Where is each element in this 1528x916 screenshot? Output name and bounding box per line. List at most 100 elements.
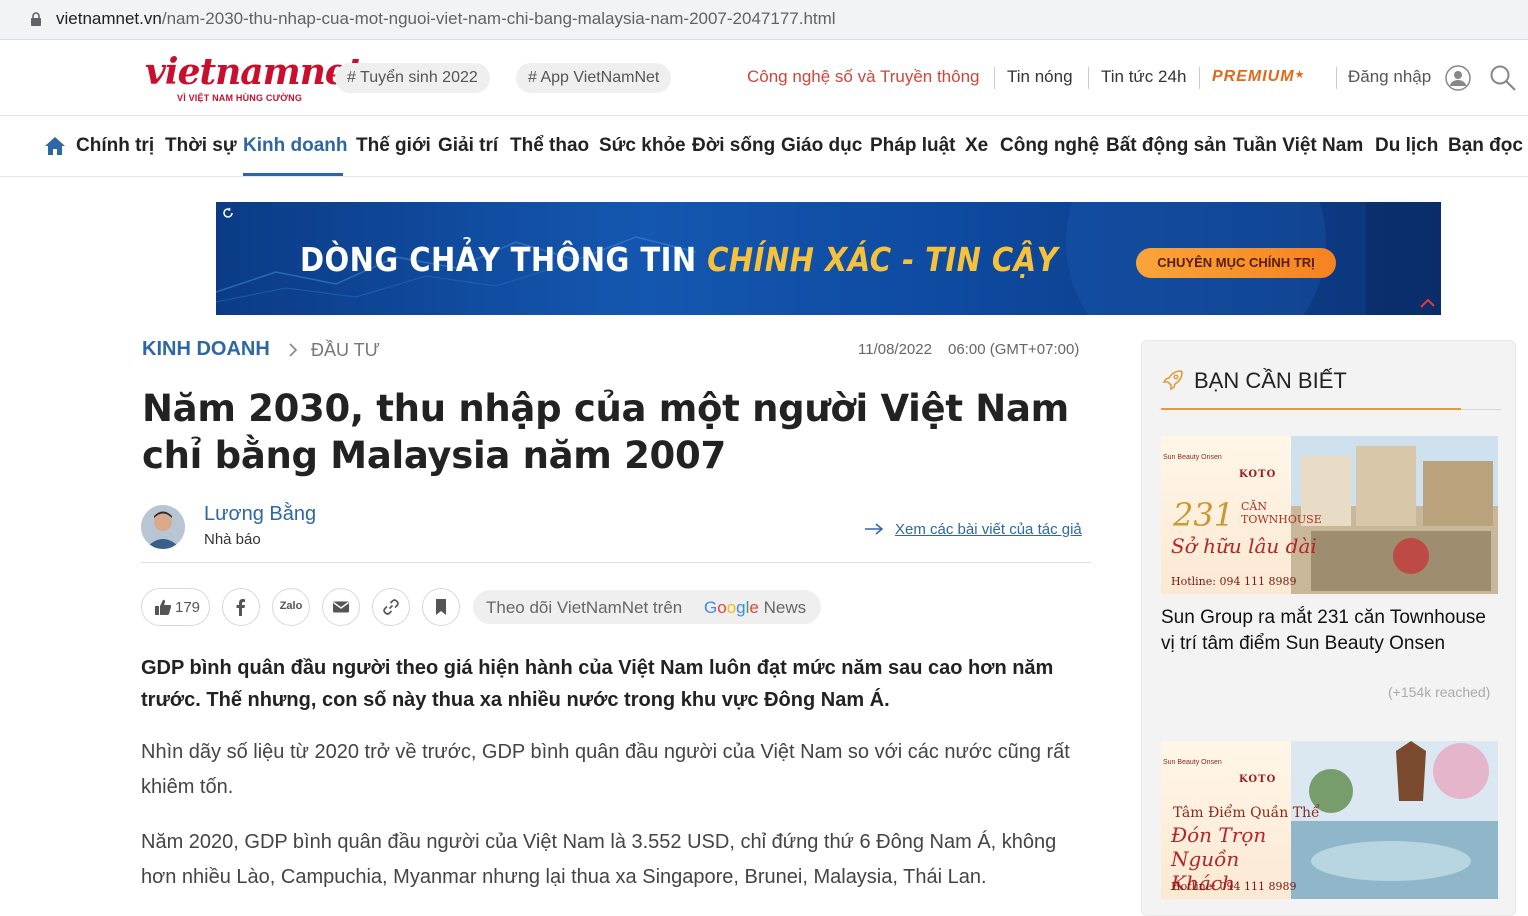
logo-wordmark: vietnamnet — [145, 51, 363, 93]
nav-item-the-thao[interactable]: Thể thao — [510, 135, 589, 157]
url-host: vietnamnet.vn — [56, 9, 162, 28]
premium-star-icon: ★ — [1294, 69, 1306, 81]
google-wordmark: Google — [704, 598, 759, 617]
article-paragraph: Nhìn dãy số liệu từ 2020 trở về trước, G… — [141, 741, 1070, 798]
header-separator — [1336, 67, 1337, 89]
logo-tagline: VÌ VIỆT NAM HÙNG CƯỜNG — [177, 93, 303, 103]
sidebar-title: BẠN CẦN BIẾT — [1194, 368, 1347, 393]
nav-item-giai-tri[interactable]: Giải trí — [438, 135, 498, 157]
top-banner-ad[interactable]: DÒNG CHẢY THÔNG TIN CHÍNH XÁC - TIN CẬY … — [216, 202, 1441, 315]
nav-item-the-gioi[interactable]: Thế giới — [356, 135, 431, 157]
premium-link[interactable]: PREMIUM★ — [1212, 68, 1305, 86]
category-nav: Chính trị Thời sự Kinh doanh Thế giới Gi… — [0, 117, 1528, 177]
home-icon[interactable] — [44, 135, 66, 157]
ad-hotline: Hotline: 094 111 8989 — [1171, 880, 1297, 893]
ad-text-panel: Sun Beauty Onsen KOTO Tâm Điểm Quần Thể … — [1161, 741, 1320, 899]
mail-icon — [333, 601, 349, 613]
nav-item-suc-khoe[interactable]: Sức khỏe — [599, 135, 686, 157]
nav-item-chinh-tri[interactable]: Chính trị — [76, 135, 154, 157]
nav-item-kinh-doanh[interactable]: Kinh doanh — [243, 135, 347, 157]
sidebar-ad-title[interactable]: Sun Group ra mắt 231 căn Townhouse vị tr… — [1161, 605, 1501, 657]
facebook-icon — [236, 599, 245, 616]
email-share-button[interactable] — [322, 588, 360, 626]
nav-item-xe[interactable]: Xe — [965, 135, 988, 157]
publish-date: 11/08/2022 — [858, 341, 932, 358]
copy-link-button[interactable] — [372, 588, 410, 626]
ad-script: Sở hữu lâu dài — [1171, 534, 1317, 558]
ad-refresh-icon[interactable] — [222, 207, 234, 219]
login-link[interactable]: Đăng nhập — [1348, 67, 1431, 87]
banner-cta-button[interactable]: CHUYÊN MỤC CHÍNH TRỊ — [1136, 248, 1336, 278]
google-news-follow-button[interactable]: Theo dõi VietNamNet trên Google News — [473, 590, 821, 624]
ad-hotline: Hotline: 094 111 8989 — [1171, 575, 1297, 588]
ad-brand: Sun Beauty Onsen — [1163, 759, 1222, 766]
link-icon — [383, 599, 399, 615]
header-link-hot[interactable]: Tin nóng — [1007, 67, 1073, 87]
ad-text-panel: Sun Beauty Onsen KOTO 231 CĂN TOWNHOUSE … — [1161, 436, 1322, 594]
author-name[interactable]: Lương Bằng — [204, 503, 316, 526]
header-link-24h[interactable]: Tin tức 24h — [1101, 67, 1186, 87]
site-header: vietnamnet VÌ VIỆT NAM HÙNG CƯỜNG # Tuyể… — [0, 41, 1528, 116]
tag-app-vietnamnet[interactable]: # App VietNamNet — [516, 63, 672, 93]
publish-time: 06:00 (GMT+07:00) — [948, 341, 1080, 358]
zalo-icon: Zalo — [279, 600, 303, 612]
title-accent-line — [1161, 408, 1461, 410]
lock-icon — [31, 12, 41, 26]
banner-slogan-main: DÒNG CHẢY THÔNG TIN — [300, 240, 708, 279]
bookmark-icon — [436, 599, 446, 615]
sidebar-ad-reach: (+154k reached) — [1388, 684, 1491, 700]
author-avatar[interactable] — [141, 505, 185, 549]
tag-tuyen-sinh[interactable]: # Tuyển sinh 2022 — [335, 63, 490, 93]
header-separator — [1199, 67, 1200, 89]
ad-partner: KOTO — [1239, 469, 1277, 480]
header-separator — [994, 67, 995, 89]
nav-item-du-lich[interactable]: Du lịch — [1375, 135, 1438, 157]
banner-slogan-highlight: CHÍNH XÁC - TIN CẬY — [707, 240, 1059, 279]
nav-item-thoi-su[interactable]: Thời sự — [165, 135, 237, 157]
nav-item-ban-doc[interactable]: Bạn đọc — [1448, 135, 1523, 157]
divider — [141, 562, 1091, 563]
ad-line1: Tâm Điểm Quần Thể — [1173, 805, 1320, 821]
ad-partner: KOTO — [1239, 774, 1277, 785]
url-path: /nam-2030-thu-nhap-cua-mot-nguoi-viet-na… — [161, 9, 836, 28]
google-news-logo: Google News — [704, 598, 806, 618]
sidebar-ad-image[interactable]: Sun Beauty Onsen KOTO 231 CĂN TOWNHOUSE … — [1161, 436, 1498, 594]
ad-headline-small: CĂN TOWNHOUSE — [1241, 500, 1322, 526]
premium-label: PREMIUM — [1212, 68, 1295, 85]
bookmark-button[interactable] — [422, 588, 460, 626]
nav-item-bat-dong-san[interactable]: Bất động sản — [1106, 135, 1226, 157]
zalo-share-button[interactable]: Zalo — [272, 588, 310, 626]
browser-address-bar[interactable]: vietnamnet.vn/nam-2030-thu-nhap-cua-mot-… — [0, 0, 1528, 40]
google-news-prefix: Theo dõi VietNamNet trên — [486, 598, 683, 617]
sidebar-ban-can-biet: BẠN CẦN BIẾT Sun Beauty Onsen KOTO 231 C… — [1141, 340, 1516, 916]
nav-active-indicator — [243, 173, 343, 176]
breadcrumb-subcategory[interactable]: ĐẦU TƯ — [311, 340, 380, 361]
google-news-suffix: News — [763, 598, 807, 617]
sidebar-ad-image[interactable]: Sun Beauty Onsen KOTO Tâm Điểm Quần Thể … — [1161, 741, 1498, 899]
arrow-right-icon — [865, 523, 884, 535]
address-url[interactable]: vietnamnet.vn/nam-2030-thu-nhap-cua-mot-… — [56, 9, 836, 29]
author-role: Nhà báo — [204, 531, 261, 548]
chevron-right-icon — [289, 343, 298, 357]
like-button[interactable]: 179 — [141, 588, 210, 626]
nav-item-tuan-viet-nam[interactable]: Tuần Việt Nam — [1233, 135, 1363, 157]
header-link-tech[interactable]: Công nghệ số và Truyền thông — [747, 67, 980, 87]
header-separator — [1088, 67, 1089, 89]
thumbs-up-icon — [155, 599, 172, 615]
nav-item-doi-song[interactable]: Đời sống — [692, 135, 775, 157]
nav-item-cong-nghe[interactable]: Công nghệ — [1000, 135, 1099, 157]
ad-headline-number: 231 — [1173, 496, 1235, 534]
banner-slogan: DÒNG CHẢY THÔNG TIN CHÍNH XÁC - TIN CẬY — [300, 240, 1058, 279]
search-icon[interactable] — [1489, 64, 1517, 92]
nav-item-phap-luat[interactable]: Pháp luật — [870, 135, 956, 157]
author-photo — [141, 505, 185, 549]
article-paragraph: Năm 2020, GDP bình quân đầu người của Vi… — [141, 831, 1057, 888]
author-articles-link[interactable]: Xem các bài viết của tác giả — [895, 521, 1082, 538]
site-logo[interactable]: vietnamnet VÌ VIỆT NAM HÙNG CƯỜNG — [143, 51, 363, 107]
nav-item-giao-duc[interactable]: Giáo dục — [781, 135, 862, 157]
facebook-share-button[interactable] — [222, 588, 260, 626]
article-title: Năm 2030, thu nhập của một người Việt Na… — [142, 387, 1069, 477]
user-icon[interactable] — [1445, 65, 1471, 91]
breadcrumb-category[interactable]: KINH DOANH — [142, 338, 270, 361]
like-count: 179 — [175, 599, 201, 616]
